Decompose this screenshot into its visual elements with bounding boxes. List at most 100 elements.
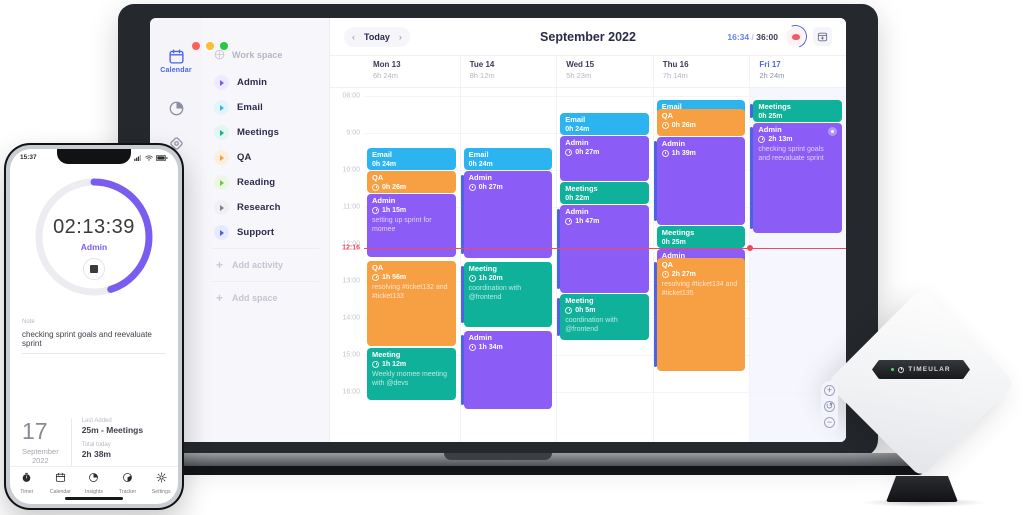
sidebar-item-qa[interactable]: QA	[202, 145, 329, 170]
event-resize-handle[interactable]	[653, 262, 657, 367]
event-resize-handle[interactable]	[460, 335, 464, 405]
phone-tab-settings[interactable]: Settings	[144, 470, 178, 495]
phone-tab-insights[interactable]: Insights	[77, 470, 111, 495]
add-activity-button[interactable]: + Add activity	[202, 252, 329, 278]
calendar-event[interactable]: Meeting 0h 5m coordination with @frontend	[560, 294, 649, 340]
calendar-event[interactable]: Admin 0h 27m	[560, 136, 649, 181]
event-duration-row: 1h 39m	[661, 149, 741, 157]
minimize-icon[interactable]	[206, 42, 214, 50]
zoom-controls[interactable]: + ↺ −	[821, 381, 838, 432]
day-header-1[interactable]: Tue 14 8h 12m	[459, 56, 557, 87]
event-resize-handle[interactable]	[653, 141, 657, 221]
event-duration: 0h 26m	[382, 183, 407, 191]
day-header-2[interactable]: Wed 15 5h 23m	[556, 56, 653, 87]
note-input[interactable]: checking sprint goals and reevaluate spr…	[22, 325, 166, 354]
calendar-event[interactable]: QA 2h 27m resolving #ticket134 and #ticket…	[656, 258, 746, 371]
day-name: Fri 17	[759, 60, 781, 69]
phone-tab-calendar[interactable]: Calendar	[44, 470, 78, 495]
tracker-icon	[122, 470, 133, 487]
calendar-event[interactable]: Admin 0h 27m	[463, 171, 553, 258]
calendar-event[interactable]: Admin 2h 13m checking sprint goals and ree…	[753, 123, 842, 233]
day-column-1[interactable]: Email 0h 24m Admin 0h 27m Meeting 1h 20m coord…	[459, 88, 557, 442]
zoom-reset-button[interactable]: ↺	[824, 401, 835, 412]
event-duration: 0h 25m	[661, 238, 686, 246]
day-name: Tue 14	[469, 60, 495, 69]
event-resize-handle[interactable]	[460, 266, 464, 323]
calendar-event[interactable]: Email 0h 24m	[367, 148, 456, 170]
day-header-row: Mon 13 6h 24m Tue 14 8h 12m Wed 15 5h 23m Thu …	[330, 56, 846, 88]
day-header-0[interactable]: Mon 13 6h 24m	[364, 56, 460, 87]
calendar-event[interactable]: QA 1h 56m resolving #ticket132 and #ticket…	[367, 261, 456, 346]
day-column-2[interactable]: Email 0h 24m Admin 0h 27m Meetings 0h 22m Admi…	[556, 88, 653, 442]
sidebar-item-admin[interactable]: Admin	[202, 70, 329, 95]
sidebar-item-email[interactable]: Email	[202, 95, 329, 120]
sidebar-item-reading[interactable]: Reading	[202, 170, 329, 195]
event-resize-handle[interactable]	[557, 298, 561, 336]
timer-progress-ring	[780, 21, 811, 52]
event-note: coordination with @frontend	[468, 284, 522, 302]
event-resize-handle[interactable]	[460, 175, 464, 254]
phone-date-block: 17 September 2022	[22, 417, 59, 465]
next-week-button[interactable]: ›	[397, 32, 404, 42]
event-resize-handle[interactable]	[750, 127, 754, 229]
calendar-event[interactable]: QA 0h 26m	[367, 171, 456, 193]
add-entry-button[interactable]	[813, 27, 832, 46]
window-controls[interactable]	[192, 42, 228, 50]
event-duration-row: 0h 24m	[469, 161, 548, 168]
calendar-event[interactable]: Admin 1h 39m	[656, 137, 746, 225]
phone-summary: 17 September 2022 Last Added 25m - Meeti…	[22, 418, 166, 466]
play-icon	[214, 175, 229, 190]
event-resize-handle[interactable]	[750, 104, 754, 118]
day-column-3[interactable]: Email QA 0h 26m Admin 1h 39m Meetings 0h 25m Ad…	[652, 88, 750, 442]
sidebar-item-research[interactable]: Research	[202, 195, 329, 220]
calendar-event[interactable]: Meeting 1h 12m Weekly momee meeting with @…	[367, 348, 456, 400]
calendar-pane: ‹ Today › September 2022 16:34 / 36:00 M…	[330, 18, 846, 442]
current-time-label: 12:16	[342, 244, 360, 252]
event-duration: 0h 24m	[372, 160, 397, 168]
phone-tab-tracker[interactable]: Tracker	[111, 470, 145, 495]
clock-icon	[661, 149, 669, 157]
prev-week-button[interactable]: ‹	[350, 32, 357, 42]
zoom-out-button[interactable]: −	[824, 417, 835, 428]
event-duration-row: 0h 26m	[372, 183, 451, 191]
phone-tab-bar: Timer Calendar Insights Tracker Settings	[10, 466, 178, 495]
calendar-event[interactable]: Admin 1h 47m	[560, 205, 649, 293]
zoom-in-button[interactable]: +	[824, 385, 835, 396]
rail-item-calendar[interactable]: Calendar	[154, 48, 198, 74]
event-active-badge[interactable]	[827, 127, 837, 136]
calendar-event[interactable]: Meetings 0h 22m	[560, 182, 649, 204]
calendar-event[interactable]: Meeting 1h 20m coordination with @frontend	[463, 262, 553, 327]
calendar-event[interactable]: Email 0h 24m	[463, 148, 553, 170]
today-button[interactable]: Today	[364, 32, 390, 42]
calendar-event[interactable]: Email 0h 24m	[560, 113, 649, 135]
event-duration-row: 1h 34m	[468, 343, 548, 351]
calendar-event[interactable]: Meetings 0h 25m	[656, 226, 746, 248]
maximize-icon[interactable]	[220, 42, 228, 50]
event-resize-handle[interactable]	[557, 209, 561, 289]
calendar-event[interactable]: Meetings 0h 25m	[753, 100, 842, 122]
event-title: Admin	[468, 173, 492, 182]
add-space-label: Add space	[232, 293, 278, 303]
time-label-2: 10:00	[342, 166, 360, 174]
sidebar-item-meetings[interactable]: Meetings	[202, 120, 329, 145]
day-column-0[interactable]: Email 0h 24m QA 0h 26m Admin 1h 15m setting up…	[364, 88, 460, 442]
calendar-event[interactable]: QA 0h 26m	[656, 109, 746, 136]
sidebar-item-support[interactable]: Support	[202, 220, 329, 245]
phone-month: September	[22, 446, 59, 456]
led-indicator-icon	[891, 368, 895, 371]
time-label-6: 14:00	[342, 314, 360, 322]
add-space-button[interactable]: + Add space	[202, 285, 329, 311]
close-icon[interactable]	[192, 42, 200, 50]
rail-item-insights[interactable]	[154, 100, 198, 117]
day-header-4[interactable]: Fri 17 2h 24m	[749, 56, 846, 87]
stop-timer-button[interactable]	[83, 258, 105, 280]
phone-tab-timer[interactable]: Timer	[10, 470, 44, 495]
date-navigator[interactable]: ‹ Today ›	[344, 26, 410, 47]
active-timer-button[interactable]	[780, 21, 811, 52]
calendar-event[interactable]: Admin 1h 34m	[463, 331, 553, 409]
phone-timer-widget: 02:13:39 Admin	[10, 170, 178, 305]
time-label-1: 9:00	[346, 129, 360, 137]
grid-line	[557, 392, 653, 393]
phone-day-number: 17	[22, 417, 48, 444]
day-header-3[interactable]: Thu 16 7h 14m	[652, 56, 750, 87]
